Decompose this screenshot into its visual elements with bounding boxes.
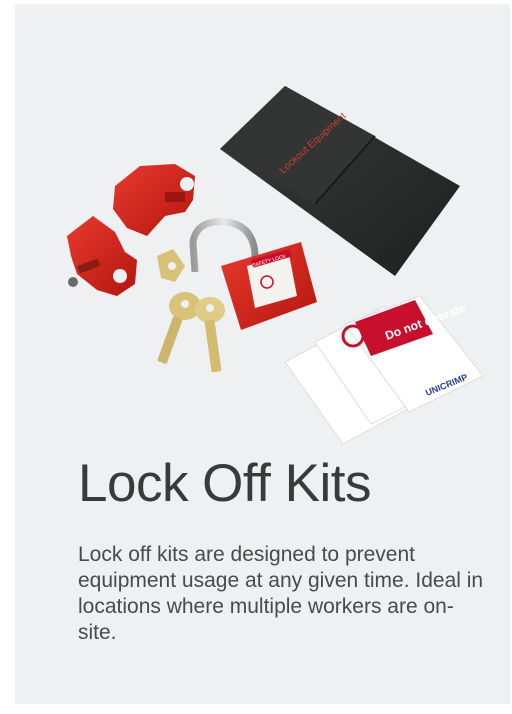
brass-hasp: [157, 249, 185, 282]
product-card[interactable]: Lockout Equipment SAFETY LOCK Do not ope…: [15, 4, 510, 704]
breaker-lockout-device: [113, 164, 195, 236]
product-title: Lock Off Kits: [78, 454, 371, 513]
padlock-keys: [157, 292, 225, 373]
danger-tags: Do not operate UNICRIMP: [284, 295, 484, 444]
lock-off-kit-image: Lockout Equipment SAFETY LOCK Do not ope…: [67, 86, 484, 444]
product-description: Lock off kits are designed to prevent eq…: [78, 543, 484, 644]
breaker-lockout-clamp: [67, 216, 137, 296]
